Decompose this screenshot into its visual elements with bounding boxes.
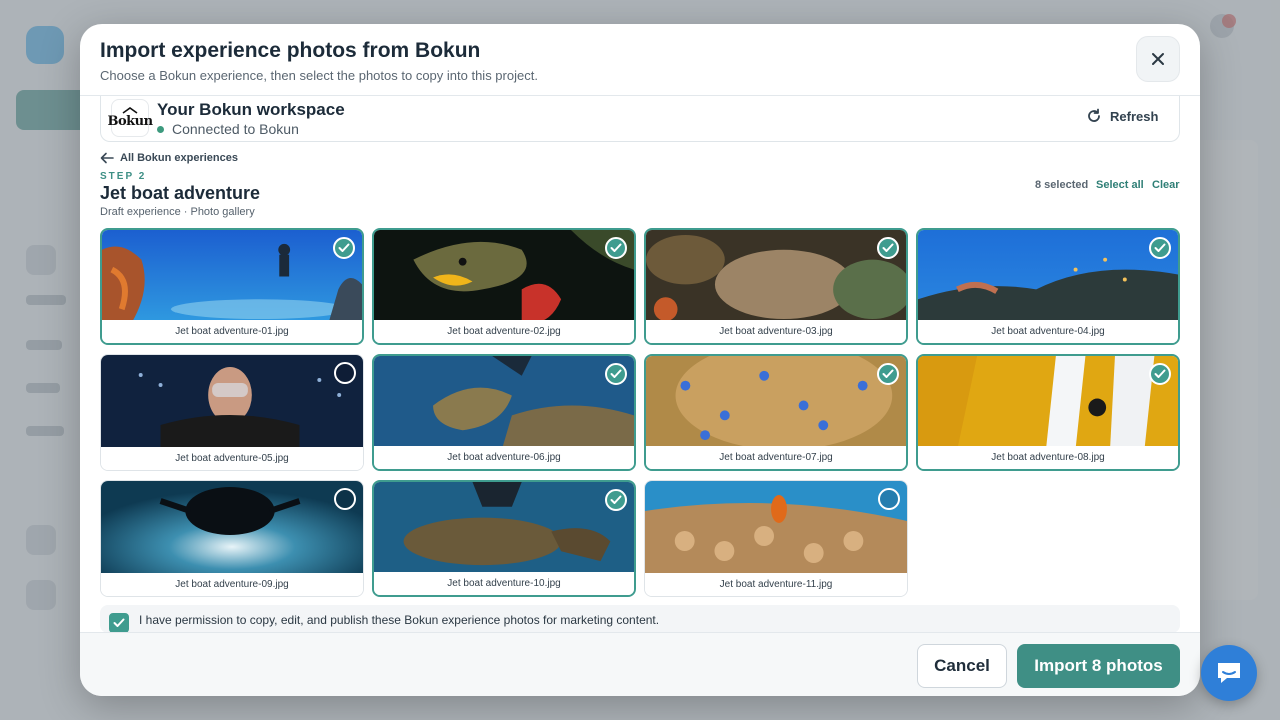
photo-card[interactable]: Jet boat adventure-11.jpg <box>644 480 908 597</box>
photo-filename: Jet boat adventure-08.jpg <box>918 446 1178 469</box>
permission-text: I have permission to copy, edit, and pub… <box>139 613 660 627</box>
cancel-button[interactable]: Cancel <box>917 644 1007 688</box>
photo-filename: Jet boat adventure-01.jpg <box>102 320 362 343</box>
selected-check[interactable] <box>333 237 355 259</box>
unselected-check[interactable] <box>334 488 356 510</box>
bokun-logo-text: Bokun <box>107 114 153 129</box>
photo-card[interactable]: Jet boat adventure-02.jpg <box>372 228 636 345</box>
selected-count: 8 selected <box>1035 179 1089 191</box>
photo-thumbnail <box>374 482 634 575</box>
photo-filename: Jet boat adventure-02.jpg <box>374 320 634 343</box>
selected-check[interactable] <box>605 237 627 259</box>
photo-card[interactable]: Jet boat adventure-06.jpg <box>372 354 636 471</box>
selected-check[interactable] <box>605 363 627 385</box>
select-all-button[interactable]: Select all <box>1096 179 1144 191</box>
bokun-logo: Bokun <box>107 99 153 137</box>
modal-footer: Cancel Import 8 photos <box>80 632 1200 696</box>
photo-thumbnail <box>374 230 634 323</box>
experience-meta: Draft experience · Photo gallery <box>100 206 255 218</box>
selected-check[interactable] <box>605 489 627 511</box>
bokun-logo-mark <box>122 107 138 114</box>
check-icon <box>610 369 622 378</box>
photo-filename: Jet boat adventure-05.jpg <box>101 447 363 470</box>
photo-thumbnail <box>374 356 634 449</box>
refresh-label: Refresh <box>1110 108 1159 124</box>
photo-filename: Jet boat adventure-09.jpg <box>101 573 363 596</box>
photo-filename: Jet boat adventure-11.jpg <box>645 573 907 596</box>
experience-title: Jet boat adventure <box>100 183 261 203</box>
check-icon <box>1154 369 1166 378</box>
photo-filename: Jet boat adventure-07.jpg <box>646 446 906 469</box>
status-dot <box>157 125 164 133</box>
photo-thumbnail <box>101 481 363 575</box>
check-icon <box>882 369 894 378</box>
photo-thumbnail <box>645 481 907 575</box>
step-label: STEP 2 <box>100 171 147 182</box>
chat-icon <box>1218 663 1240 683</box>
permission-checkbox[interactable] <box>109 613 129 633</box>
photo-card[interactable]: Jet boat adventure-07.jpg <box>644 354 908 471</box>
photo-card[interactable]: Jet boat adventure-01.jpg <box>100 228 364 345</box>
check-icon <box>610 495 622 504</box>
connection-status-text: Connected to Bokun <box>172 121 299 137</box>
photo-card[interactable]: Jet boat adventure-09.jpg <box>100 480 364 597</box>
selected-check[interactable] <box>877 237 899 259</box>
modal-header: Import experience photos from Bokun Choo… <box>80 24 1200 96</box>
photo-filename: Jet boat adventure-06.jpg <box>374 446 634 469</box>
refresh-button[interactable]: Refresh <box>1086 108 1158 124</box>
close-icon <box>1152 53 1164 65</box>
selected-check[interactable] <box>877 363 899 385</box>
photo-card[interactable]: Jet boat adventure-08.jpg <box>916 354 1180 471</box>
photo-card[interactable]: Jet boat adventure-05.jpg <box>100 354 364 471</box>
photo-filename: Jet boat adventure-04.jpg <box>918 320 1178 343</box>
selected-check[interactable] <box>1149 237 1171 259</box>
photo-card[interactable]: Jet boat adventure-10.jpg <box>372 480 636 597</box>
close-button[interactable] <box>1136 36 1180 82</box>
workspace-name: Your Bokun workspace <box>157 100 345 119</box>
chat-button[interactable] <box>1201 645 1257 701</box>
import-photos-button[interactable]: Import 8 photos <box>1017 644 1180 688</box>
permission-row: I have permission to copy, edit, and pub… <box>100 605 1180 633</box>
photo-filename: Jet boat adventure-03.jpg <box>646 320 906 343</box>
unselected-check[interactable] <box>878 488 900 510</box>
import-photos-modal: Import experience photos from Bokun Choo… <box>80 24 1200 696</box>
check-icon <box>338 243 350 252</box>
modal-subtitle: Choose a Bokun experience, then select t… <box>100 68 538 83</box>
check-icon <box>610 243 622 252</box>
modal-title: Import experience photos from Bokun <box>100 39 481 62</box>
connection-status: Connected to Bokun <box>157 121 299 137</box>
check-icon <box>1154 243 1166 252</box>
back-link-label: All Bokun experiences <box>120 152 238 164</box>
photo-card[interactable]: Jet boat adventure-04.jpg <box>916 228 1180 345</box>
refresh-icon <box>1088 108 1100 122</box>
check-icon <box>113 618 125 627</box>
photo-thumbnail <box>102 230 362 323</box>
photo-thumbnail <box>101 355 363 449</box>
photo-thumbnail <box>646 356 906 449</box>
selected-check[interactable] <box>1149 363 1171 385</box>
clear-selection-button[interactable]: Clear <box>1152 179 1180 191</box>
back-to-experiences-link[interactable]: All Bokun experiences <box>100 152 238 164</box>
photo-card[interactable]: Jet boat adventure-03.jpg <box>644 228 908 345</box>
workspace-card: Bokun Your Bokun workspace Connected to … <box>100 96 1180 142</box>
photo-thumbnail <box>918 230 1178 323</box>
photo-thumbnail <box>918 356 1178 449</box>
arrow-left-icon <box>100 152 114 164</box>
check-icon <box>882 243 894 252</box>
unselected-check[interactable] <box>334 362 356 384</box>
photo-thumbnail <box>646 230 906 323</box>
photo-filename: Jet boat adventure-10.jpg <box>374 572 634 595</box>
